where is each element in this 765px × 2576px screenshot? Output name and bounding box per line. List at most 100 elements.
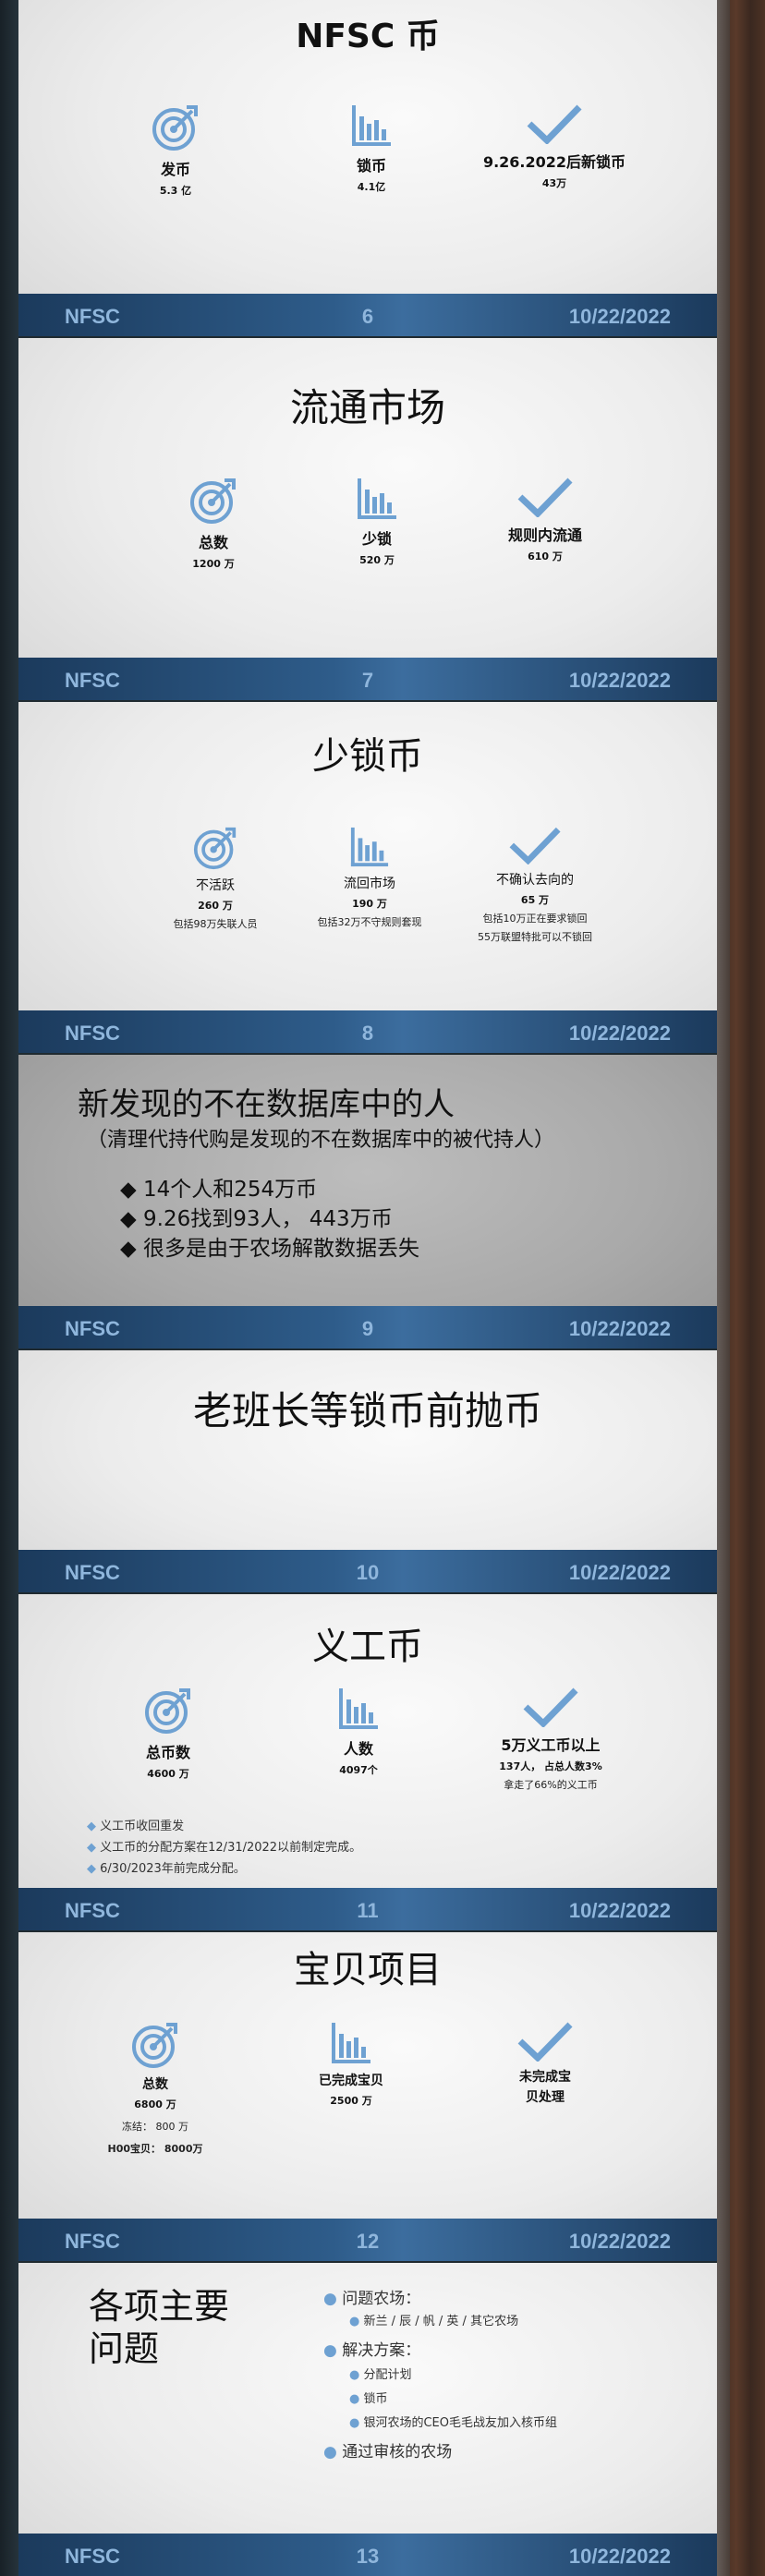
footer-date: 10/22/2022 (568, 1899, 671, 1922)
slide-7: 流通市场 总数 1200 万 少锁 520 万 规则内流通 610 万 NFSC… (18, 338, 717, 700)
footer-date: 10/22/2022 (568, 669, 671, 692)
stat-label: 5万义工币以上 (501, 1736, 601, 1754)
stat-col-1: 总数 6800 万 冻结： 800 万 H00宝贝： 8000万 (44, 2021, 266, 2156)
slide-title: NFSC 币 (296, 18, 440, 55)
slide-title: 少锁币 (312, 735, 423, 778)
footer-date: 10/22/2022 (568, 2545, 671, 2568)
slide-title: 各项主要 问题 (89, 2285, 229, 2370)
bar-chart-icon (352, 105, 391, 146)
stat-col-3: 不确认去向的 65 万 包括10万正在要求锁回 55万联盟特批可以不锁回 (424, 826, 646, 944)
bullet-item: ◆ 很多是由于农场解散数据丢失 (120, 1237, 419, 1261)
stat-value: 4600 万 (147, 1768, 189, 1780)
stat-value: 137人， 占总人数3% (499, 1760, 602, 1772)
bullet-item: ◆ 9.26找到93人， 443万币 (120, 1207, 393, 1231)
list-item: ● 银河农场的CEO毛毛战友加入核币组 (349, 2416, 558, 2430)
stat-value: 5.3 亿 (159, 185, 192, 197)
target-icon (190, 478, 236, 524)
stat-label: 不确认去向的 (496, 873, 574, 888)
stat-value: 4097个 (339, 1764, 378, 1776)
bullet-item: ◆ 6/30/2023年前完成分配。 (87, 1862, 246, 1876)
bullet-item: ◆ 义工币的分配方案在12/31/2022以前制定完成。 (87, 1841, 362, 1855)
slide-10: 老班长等锁币前抛币 NFSC 10 10/22/2022 (18, 1350, 717, 1592)
footer-date: 10/22/2022 (568, 1561, 671, 1584)
slide-title: 义工币 (312, 1626, 423, 1668)
stat-value: 2500 万 (330, 2095, 372, 2107)
stat-col-2: 人数 4097个 (248, 1687, 469, 1777)
title-line: 问题 (89, 2328, 160, 2369)
stat-label: 规则内流通 (507, 526, 582, 544)
stat-col-2: 已完成宝贝 2500 万 (240, 2021, 462, 2108)
slide-footer: NFSC 7 10/22/2022 (18, 658, 717, 700)
checkmark-icon (517, 2022, 573, 2062)
bar-chart-icon (339, 1688, 378, 1729)
checkmark-icon (523, 1687, 578, 1727)
slide-13: 各项主要 问题 ● 问题农场： ● 新兰 / 辰 / 帆 / 英 / 其它农场 … (18, 2263, 717, 2576)
stat-value: 6800 万 (134, 2098, 176, 2110)
target-icon (152, 105, 198, 151)
stat-label: 发币 (160, 161, 190, 178)
footer-date: 10/22/2022 (568, 1022, 671, 1045)
stat-note: 拿走了66%的义工币 (504, 1779, 598, 1791)
stat-col-3: 规则内流通 610 万 (434, 477, 656, 563)
slide-9: 新发现的不在数据库中的人 （清理代持代购是发现的不在数据库中的被代持人） ◆ 1… (18, 1055, 717, 1348)
target-icon (145, 1688, 190, 1734)
stat-note: 55万联盟特批可以不锁回 (478, 931, 592, 943)
slide-footer: NFSC 11 10/22/2022 (18, 1888, 717, 1930)
target-icon (193, 827, 237, 870)
slide-footer: NFSC 12 10/22/2022 (18, 2219, 717, 2261)
slide-12: 宝贝项目 总数 6800 万 冻结： 800 万 H00宝贝： 8000万 已完… (18, 1932, 717, 2261)
slide-footer: NFSC 9 10/22/2022 (18, 1306, 717, 1348)
footer-date: 10/22/2022 (568, 1317, 671, 1340)
footer-date: 10/22/2022 (568, 2230, 671, 2253)
stat-value: 65 万 (520, 894, 550, 906)
stat-note: 包括10万正在要求锁回 (482, 913, 588, 925)
stat-value: 610 万 (528, 550, 563, 562)
stat-label: 未完成宝 (519, 2070, 571, 2085)
stat-label: 贝处理 (526, 2090, 565, 2105)
slide-6: NFSC 币 发币 5.3 亿 锁币 4.1亿 9.26.2022后新锁币 43… (18, 0, 717, 336)
stat-value: 43万 (541, 177, 567, 189)
stat-label: 总币数 (145, 1744, 190, 1761)
slide-footer: NFSC 10 10/22/2022 (18, 1550, 717, 1592)
checkmark-icon (509, 827, 561, 865)
stat-note: H00宝贝： 8000万 (107, 2143, 203, 2155)
slide-title: 流通市场 (289, 385, 445, 430)
slide-title: 老班长等锁币前抛币 (192, 1388, 542, 1433)
stat-note: 冻结： 800 万 (122, 2121, 188, 2133)
slide-footer: NFSC 6 10/22/2022 (18, 294, 717, 336)
bar-chart-icon (350, 827, 389, 867)
stat-label: 已完成宝贝 (319, 2074, 383, 2088)
list-item: ● 新兰 / 辰 / 帆 / 英 / 其它农场 (349, 2315, 519, 2328)
bullet-item: ◆ 义工币收回重发 (87, 1820, 185, 1833)
checkmark-icon (527, 104, 582, 144)
slide-title: 新发现的不在数据库中的人 (78, 1086, 455, 1123)
slide-footer: NFSC 13 10/22/2022 (18, 2534, 717, 2576)
footer-date: 10/22/2022 (568, 305, 671, 328)
bar-chart-icon (332, 2023, 370, 2063)
title-line: 各项主要 (89, 2286, 230, 2327)
slide-subtitle: （清理代持代购是发现的不在数据库中的被代持人） (87, 1129, 555, 1152)
window-right-edge (717, 0, 765, 2576)
list-item: ● 分配计划 (349, 2368, 412, 2382)
slide-footer: NFSC 8 10/22/2022 (18, 1010, 717, 1053)
window-left-edge (0, 0, 18, 2576)
checkmark-icon (517, 478, 573, 517)
list-item: ● 通过审核的农场 (323, 2443, 453, 2461)
slide-11: 义工币 总币数 4600 万 人数 4097个 5万义工币以上 137人， 占总… (18, 1594, 717, 1930)
stat-label: 总数 (142, 2077, 168, 2092)
stat-label: 9.26.2022后新锁币 (482, 153, 626, 171)
slide-title: 宝贝项目 (294, 1949, 442, 1991)
stat-label: 人数 (343, 1740, 373, 1758)
list-item: ● 锁币 (349, 2392, 388, 2406)
stat-col-1: 发币 5.3 亿 (65, 103, 286, 198)
slide-8: 少锁币 不活跃 260 万 包括98万失联人员 流回市场 190 万 包括32万… (18, 702, 717, 1053)
stat-col-3: 未完成宝 贝处理 (434, 2021, 656, 2106)
stat-col-3: 5万义工币以上 137人， 占总人数3% 拿走了66%的义工币 (440, 1687, 662, 1792)
target-icon (132, 2023, 177, 2068)
list-item: ● 解决方案： (323, 2341, 421, 2360)
bullet-item: ◆ 14个人和254万币 (120, 1178, 318, 1202)
list-item: ● 问题农场： (323, 2290, 421, 2308)
stat-col-1: 总币数 4600 万 (57, 1687, 279, 1781)
bar-chart-icon (358, 478, 396, 519)
stat-col-3: 9.26.2022后新锁币 43万 (443, 103, 665, 190)
